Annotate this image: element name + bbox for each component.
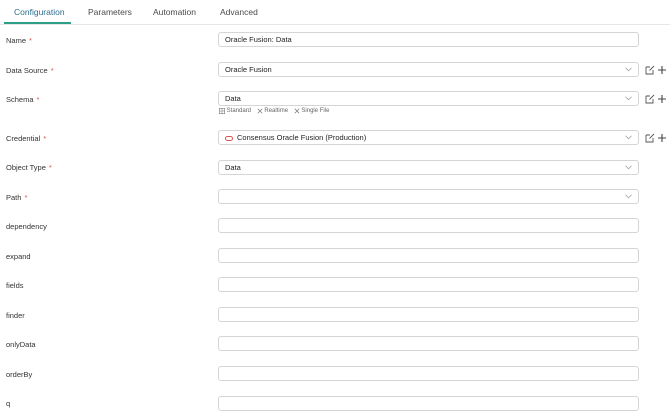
data-source-value: Oracle Fusion [225, 65, 272, 74]
schema-options: Standard Realtime Single File [219, 108, 329, 118]
onlydata-label: onlyData [6, 340, 36, 349]
plus-icon[interactable] [657, 65, 667, 75]
credential-icon [225, 135, 233, 141]
schema-select[interactable]: Data [218, 91, 639, 106]
orderby-input[interactable] [218, 366, 639, 381]
close-icon[interactable] [294, 108, 300, 114]
schema-label: Schema * [6, 95, 40, 104]
plus-icon[interactable] [657, 133, 667, 143]
chevron-down-icon [625, 165, 632, 170]
expand-label: expand [6, 252, 31, 261]
dependency-label: dependency [6, 222, 47, 231]
data-source-select[interactable]: Oracle Fusion [218, 62, 639, 77]
credential-label: Credential * [6, 134, 47, 143]
tab-bar: Configuration Parameters Automation Adva… [0, 0, 670, 25]
fields-label: fields [6, 281, 24, 290]
edit-icon[interactable] [645, 65, 655, 75]
dependency-input[interactable] [218, 218, 639, 233]
finder-input[interactable] [218, 307, 639, 322]
object-type-select[interactable]: Data [218, 160, 639, 175]
finder-label: finder [6, 311, 25, 320]
orderby-label: orderBy [6, 370, 33, 379]
onlydata-input[interactable] [218, 336, 639, 351]
schema-option-realtime[interactable]: Realtime [264, 108, 288, 114]
chevron-down-icon [625, 135, 632, 140]
q-label: q [6, 399, 11, 408]
grid-icon [219, 108, 226, 115]
data-source-label: Data Source * [6, 66, 54, 75]
close-icon[interactable] [257, 108, 263, 114]
tab-advanced[interactable]: Advanced [220, 7, 258, 17]
credential-value: Consensus Oracle Fusion (Production) [237, 133, 367, 142]
active-tab-indicator [4, 22, 71, 24]
name-input[interactable]: Oracle Fusion: Data [218, 32, 639, 47]
path-select[interactable] [218, 189, 639, 204]
object-type-label: Object Type * [6, 163, 52, 172]
schema-actions [645, 94, 669, 106]
schema-value: Data [225, 94, 241, 103]
edit-icon[interactable] [645, 133, 655, 143]
schema-option-standard[interactable]: Standard [227, 108, 251, 114]
chevron-down-icon [625, 96, 632, 101]
chevron-down-icon [625, 194, 632, 199]
plus-icon[interactable] [657, 94, 667, 104]
chevron-down-icon [625, 67, 632, 72]
fields-input[interactable] [218, 277, 639, 292]
edit-icon[interactable] [645, 94, 655, 104]
tab-configuration[interactable]: Configuration [14, 7, 65, 17]
object-type-value: Data [225, 163, 241, 172]
q-input[interactable] [218, 396, 639, 411]
schema-option-single-file[interactable]: Single File [301, 108, 329, 114]
tab-parameters[interactable]: Parameters [88, 7, 132, 17]
name-label: Name * [6, 36, 32, 45]
credential-actions [645, 133, 669, 145]
path-label: Path * [6, 193, 28, 202]
expand-input[interactable] [218, 248, 639, 263]
data-source-actions [645, 65, 669, 77]
credential-select[interactable]: Consensus Oracle Fusion (Production) [218, 130, 639, 145]
tab-automation[interactable]: Automation [153, 7, 196, 17]
